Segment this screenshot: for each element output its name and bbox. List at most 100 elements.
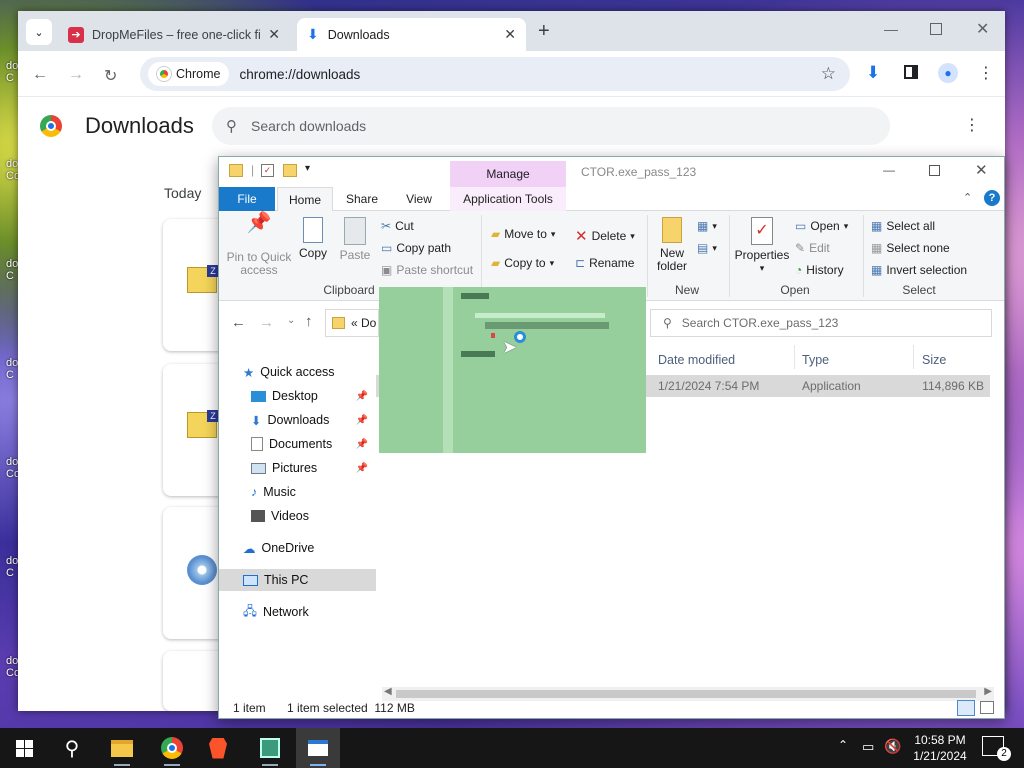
up-icon[interactable]: ↑ [305, 313, 313, 330]
copy-path-button[interactable]: ▭ Copy path [381, 241, 451, 255]
tab-search-chevron-icon[interactable]: ⌄ [26, 19, 52, 45]
back-icon[interactable]: ← [32, 66, 48, 84]
move-to-button[interactable]: ▰ Move to ▾ [491, 227, 555, 241]
address-path-box[interactable]: « Do [325, 309, 379, 337]
search-downloads-input[interactable]: ⚲ Search downloads [212, 107, 890, 145]
search-icon: ⚲ [226, 118, 237, 135]
notification-center-icon[interactable]: 2 [982, 736, 1011, 761]
new-folder-qat-icon[interactable] [283, 164, 297, 177]
select-none-button[interactable]: ▦ Select none [871, 241, 950, 255]
desktop-icon-label[interactable]: do C [6, 258, 18, 282]
paste-shortcut-button[interactable]: ▣ Paste shortcut [381, 263, 473, 277]
start-button[interactable] [2, 728, 46, 768]
maximize-icon[interactable] [929, 165, 940, 176]
explorer-search-input[interactable]: ⚲ Search CTOR.exe_pass_123 [650, 309, 992, 337]
history-button[interactable]: ◔ History [795, 263, 844, 277]
tab-application-tools[interactable]: Application Tools [450, 187, 566, 211]
profile-icon[interactable]: ● [938, 63, 958, 83]
downloads-icon[interactable]: ⬇ [866, 63, 880, 83]
nav-network[interactable]: 🖧 Network [243, 601, 309, 623]
desktop-icon-label[interactable]: do C [6, 357, 18, 381]
recent-locations-icon[interactable]: ⌄ [287, 315, 295, 326]
properties-button[interactable]: ✓ Properties ▾ [733, 217, 791, 275]
reload-icon[interactable]: ↻ [104, 66, 117, 86]
more-actions-icon[interactable]: ⋮ [964, 115, 980, 135]
edit-button[interactable]: ✎ Edit [795, 241, 830, 255]
forward-icon[interactable]: → [68, 66, 84, 84]
taskbar-app-active[interactable] [296, 728, 340, 768]
new-item-button[interactable]: ▦ ▾ [697, 219, 717, 233]
taskbar-brave[interactable] [196, 728, 240, 768]
network-status-icon[interactable]: ▭ [862, 739, 874, 755]
taskbar-chrome[interactable] [150, 728, 194, 768]
close-tab-icon[interactable]: ✕ [268, 26, 280, 43]
search-button[interactable]: ⚲ [50, 728, 94, 768]
address-bar[interactable]: Chrome chrome://downloads ☆ [140, 57, 850, 91]
minimize-icon[interactable]: — [884, 21, 898, 37]
collapse-ribbon-icon[interactable]: ⌃ [963, 191, 972, 204]
site-info-chip[interactable]: Chrome [148, 62, 230, 86]
tab-home[interactable]: Home [277, 187, 333, 211]
forward-icon[interactable]: → [259, 314, 274, 331]
show-hidden-icons[interactable]: ⌃ [838, 738, 848, 752]
cut-button[interactable]: ✂ Cut [381, 219, 414, 233]
nav-onedrive[interactable]: ☁ OneDrive [243, 537, 314, 559]
bookmark-star-icon[interactable]: ☆ [821, 64, 836, 84]
nav-quick-access[interactable]: ★ Quick access [243, 361, 335, 383]
clock[interactable]: 10:58 PM 1/21/2024 [905, 732, 975, 764]
copy-button[interactable]: Copy [295, 217, 331, 260]
close-window-icon[interactable]: ✕ [976, 19, 989, 39]
menu-kebab-icon[interactable]: ⋮ [978, 63, 994, 83]
copy-to-button[interactable]: ▰ Copy to ▾ [491, 256, 554, 270]
paste-button[interactable]: Paste [337, 217, 373, 262]
minimize-icon[interactable]: — [883, 163, 895, 177]
computer-icon [243, 574, 258, 586]
scroll-right-icon[interactable]: ▶ [984, 686, 992, 697]
tab-downloads[interactable]: ⬇ Downloads ✕ [297, 18, 526, 51]
column-date-modified[interactable]: Date modified [658, 353, 735, 367]
invert-selection-button[interactable]: ▦ Invert selection [871, 263, 967, 277]
tab-share[interactable]: Share [337, 187, 387, 211]
select-all-button[interactable]: ▦ Select all [871, 219, 935, 233]
details-view-icon[interactable] [957, 700, 975, 716]
large-icons-view-icon[interactable] [980, 701, 994, 714]
taskbar-archiver[interactable] [248, 728, 292, 768]
nav-documents[interactable]: Documents 📌 [251, 433, 376, 455]
new-folder-button[interactable]: New folder [653, 217, 691, 273]
new-tab-button[interactable]: + [538, 20, 550, 43]
pin-to-quick-access-button[interactable]: 📌 Pin to Quick access [225, 213, 293, 277]
nav-desktop[interactable]: Desktop 📌 [251, 385, 376, 407]
button-label: Edit [809, 241, 830, 255]
properties-qat-icon[interactable]: ✓ [261, 164, 274, 177]
side-panel-icon[interactable] [904, 65, 918, 79]
close-window-icon[interactable]: ✕ [975, 161, 988, 179]
open-button[interactable]: ▭ Open ▾ [795, 219, 848, 233]
nav-music[interactable]: ♪ Music [251, 481, 296, 503]
button-label: Copy path [396, 241, 452, 255]
button-label: New folder [656, 246, 688, 273]
download-favicon-icon: ⬇ [307, 26, 319, 42]
manage-contextual-tab[interactable]: Manage [450, 161, 566, 187]
nav-videos[interactable]: Videos [251, 505, 309, 527]
back-icon[interactable]: ← [231, 314, 246, 331]
tab-view[interactable]: View [394, 187, 444, 211]
scroll-left-icon[interactable]: ◀ [384, 686, 392, 697]
delete-button[interactable]: ✕ Delete ▾ [575, 227, 635, 245]
column-type[interactable]: Type [802, 353, 829, 367]
close-tab-icon[interactable]: ✕ [504, 26, 516, 43]
nav-downloads[interactable]: ⬇ Downloads 📌 [251, 409, 376, 431]
easy-access-button[interactable]: ▤ ▾ [697, 241, 717, 255]
column-size[interactable]: Size [922, 353, 946, 367]
tab-dropmefiles[interactable]: ➔ DropMeFiles – free one-click fil ✕ [58, 18, 290, 51]
taskbar-file-explorer[interactable] [100, 728, 144, 768]
nav-this-pc[interactable]: This PC [219, 569, 376, 591]
maximize-icon[interactable] [930, 23, 942, 35]
desktop-icon-label[interactable]: do C [6, 60, 18, 84]
tab-file[interactable]: File [219, 187, 275, 211]
help-icon[interactable]: ? [984, 190, 1000, 206]
rename-button[interactable]: ⊏ Rename [575, 256, 634, 270]
volume-muted-icon[interactable]: 🔇 [884, 738, 901, 755]
nav-pictures[interactable]: Pictures 📌 [251, 457, 376, 479]
desktop-icon-label[interactable]: do C [6, 555, 18, 579]
qat-dropdown-icon[interactable]: ▾ [305, 163, 310, 174]
